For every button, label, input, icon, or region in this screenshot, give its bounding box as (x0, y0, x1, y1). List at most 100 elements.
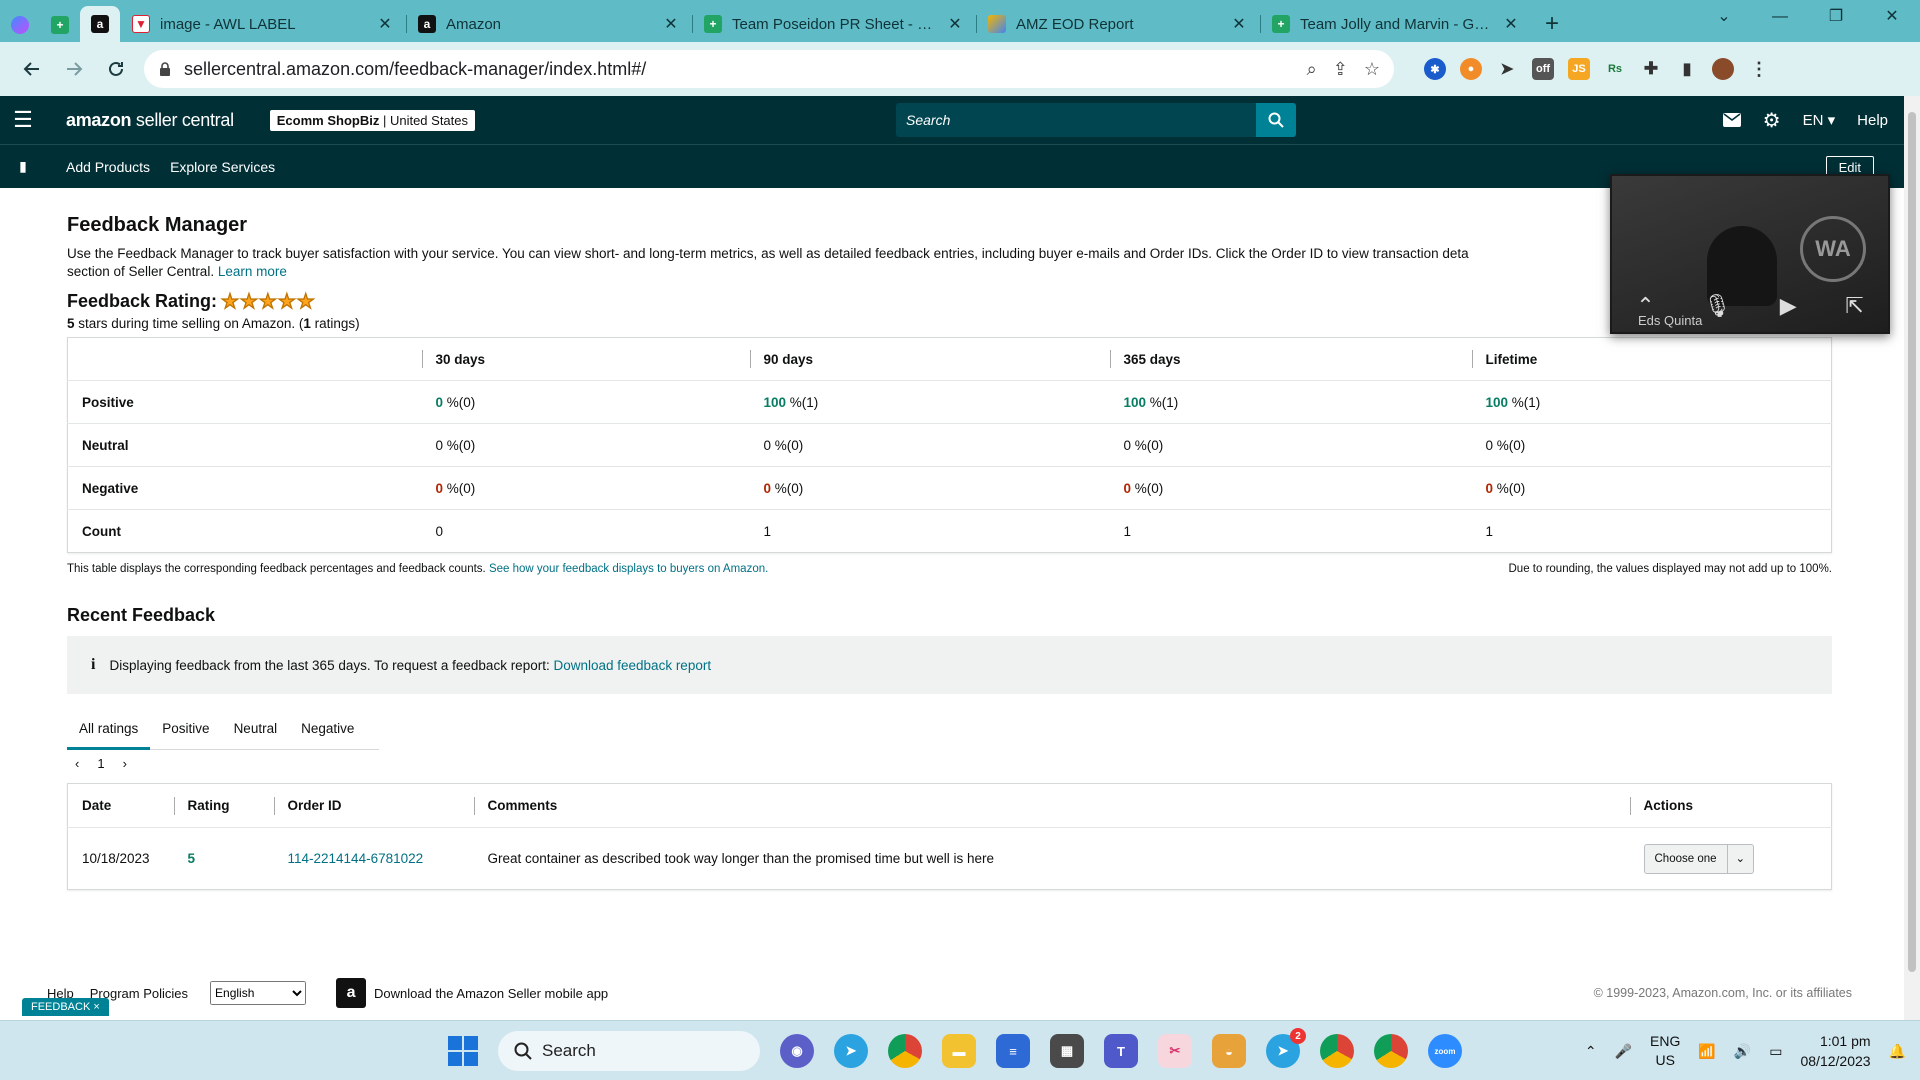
tab-positive[interactable]: Positive (150, 708, 221, 750)
zoom-icon[interactable]: zoom (1428, 1034, 1462, 1068)
file-explorer-icon[interactable]: ▬ (942, 1034, 976, 1068)
bookmark-star-icon[interactable]: ☆ (1364, 59, 1380, 80)
notepad-icon[interactable]: ≡ (996, 1034, 1030, 1068)
chrome-icon[interactable] (888, 1034, 922, 1068)
clock[interactable]: 1:01 pm 08/12/2023 (1800, 1031, 1870, 1071)
tab-all-ratings[interactable]: All ratings (67, 708, 151, 750)
browser-tab[interactable]: + Team Jolly and Marvin - Goog ✕ (1260, 6, 1532, 42)
menu-dots-icon[interactable]: ⋮ (1748, 58, 1770, 80)
order-id-link[interactable]: 114-2214144-6781022 (288, 851, 424, 866)
next-page-icon[interactable]: › (123, 756, 127, 771)
share-icon[interactable]: ⇪ (1333, 59, 1348, 80)
windows-start-icon[interactable] (448, 1036, 478, 1066)
teams-icon[interactable]: T (1104, 1034, 1138, 1068)
back-button[interactable] (14, 51, 50, 87)
close-tab-icon[interactable]: ✕ (1502, 14, 1520, 34)
extension-icon[interactable]: ✱ (1424, 58, 1446, 80)
footer-language-select[interactable]: English (210, 981, 307, 1005)
camera-icon[interactable]: ▶ (1780, 293, 1797, 319)
expand-icon[interactable]: ⇱ (1845, 293, 1863, 319)
snipping-tool-icon[interactable]: ✂ (1158, 1034, 1192, 1068)
app-icon[interactable]: ◒ (1212, 1034, 1246, 1068)
chrome-profile-icon[interactable] (1320, 1034, 1354, 1068)
input-language[interactable]: ENG US (1650, 1032, 1680, 1070)
video-call-overlay[interactable]: WA ⌃ 🎙 ▶ ⇱ Eds Quinta (1610, 174, 1890, 334)
feedback-date: 10/18/2023 (82, 851, 150, 866)
battery-icon[interactable]: ▭ (1769, 1043, 1782, 1060)
mobile-app-link[interactable]: a Download the Amazon Seller mobile app (336, 978, 608, 1008)
scrollbar-thumb[interactable] (1908, 112, 1916, 972)
pinned-tab-amazon-active[interactable]: a (80, 6, 120, 42)
help-link[interactable]: Help (1857, 112, 1888, 129)
learn-more-link[interactable]: Learn more (218, 264, 287, 279)
extension-js-icon[interactable]: JS (1568, 58, 1590, 80)
pinned-tab-messenger[interactable] (0, 8, 40, 42)
eod-report-icon (988, 15, 1006, 33)
new-tab-button[interactable]: + (1532, 6, 1572, 42)
restore-button[interactable]: ❐ (1808, 0, 1864, 34)
tab-neutral[interactable]: Neutral (222, 708, 290, 750)
current-page[interactable]: 1 (97, 756, 104, 771)
browser-tab[interactable]: a Amazon ✕ (406, 6, 692, 42)
nav-explore-services[interactable]: Explore Services (170, 159, 275, 175)
buyer-display-link[interactable]: See how your feedback displays to buyers… (489, 563, 768, 575)
mail-icon[interactable] (1722, 113, 1741, 127)
rating-filter-tabs: All ratings Positive Neutral Negative (67, 708, 379, 750)
metrics-col-30-days: 30 days (421, 337, 750, 381)
profile-avatar[interactable] (1712, 58, 1734, 80)
puzzle-icon[interactable]: ✚ (1640, 58, 1662, 80)
amazon-icon: a (418, 15, 436, 33)
forward-button[interactable] (56, 51, 92, 87)
taskbar-search[interactable]: Search (498, 1031, 760, 1071)
metrics-cell: 100 %(1) (1471, 380, 1832, 424)
side-panel-icon[interactable]: ▮ (1676, 58, 1698, 80)
rounding-note: Due to rounding, the values displayed ma… (1508, 563, 1833, 575)
close-tab-icon[interactable]: ✕ (662, 14, 680, 34)
close-tab-icon[interactable]: ✕ (946, 14, 964, 34)
nav-add-products[interactable]: Add Products (66, 159, 150, 175)
feedback-tab[interactable]: FEEDBACK × (22, 998, 109, 1016)
close-window-button[interactable]: ✕ (1864, 0, 1920, 34)
download-report-link[interactable]: Download feedback report (553, 658, 711, 673)
extension-icon[interactable]: Rs (1604, 58, 1626, 80)
notifications-bell-icon[interactable]: 🔔 (1889, 1043, 1906, 1060)
language-selector[interactable]: EN ▾ (1803, 111, 1836, 129)
browser-tab[interactable]: ▼ image - AWL LABEL ✕ (120, 6, 406, 42)
prev-page-icon[interactable]: ‹ (75, 756, 79, 771)
vertical-scrollbar[interactable] (1904, 96, 1920, 1020)
browser-tab[interactable]: + Team Poseidon PR Sheet - Goo ✕ (692, 6, 976, 42)
search-input[interactable] (896, 103, 1256, 137)
bookmark-icon[interactable]: ▮ (0, 158, 46, 175)
chat-app-icon[interactable]: ◉ (780, 1034, 814, 1068)
chrome-profile-icon[interactable] (1374, 1034, 1408, 1068)
choose-action-dropdown[interactable]: Choose one ⌄ (1643, 843, 1755, 874)
browser-tab[interactable]: AMZ EOD Report ✕ (976, 6, 1260, 42)
tab-search-icon[interactable]: ⌄ (1696, 0, 1752, 34)
microphone-icon[interactable]: 🎤 (1615, 1043, 1632, 1060)
tab-negative[interactable]: Negative (289, 708, 366, 750)
search-button[interactable] (1256, 103, 1296, 137)
seller-search (896, 103, 1296, 137)
telegram-icon[interactable]: ➤ 2 (1266, 1028, 1306, 1068)
close-tab-icon[interactable]: ✕ (1230, 14, 1248, 34)
wifi-icon[interactable]: 📶 (1698, 1043, 1715, 1060)
settings-gear-icon[interactable]: ⚙ (1763, 108, 1781, 133)
calculator-icon[interactable]: ▦ (1050, 1034, 1084, 1068)
hamburger-menu-icon[interactable]: ☰ (0, 107, 46, 133)
telegram-icon[interactable]: ➤ (834, 1034, 868, 1068)
close-tab-icon[interactable]: ✕ (376, 14, 394, 34)
chevron-up-icon[interactable]: ⌃ (1585, 1043, 1597, 1060)
zoom-icon[interactable]: ⌕ (1307, 59, 1317, 80)
extension-icon[interactable]: ➤ (1496, 58, 1518, 80)
volume-icon[interactable]: 🔊 (1734, 1043, 1751, 1060)
microphone-muted-icon[interactable]: 🎙 (1703, 293, 1731, 319)
pinned-tab-sheets[interactable]: + (40, 8, 80, 42)
address-bar[interactable]: sellercentral.amazon.com/feedback-manage… (144, 50, 1394, 88)
extension-off-icon[interactable]: off (1532, 58, 1554, 80)
reload-button[interactable] (98, 51, 134, 87)
col-comments: Comments (473, 783, 1630, 828)
extension-icon[interactable]: ● (1460, 58, 1482, 80)
store-switcher[interactable]: Ecomm ShopBiz | United States (269, 109, 475, 131)
minimize-button[interactable]: — (1752, 0, 1808, 34)
seller-central-logo[interactable]: amazon seller central (66, 110, 234, 131)
